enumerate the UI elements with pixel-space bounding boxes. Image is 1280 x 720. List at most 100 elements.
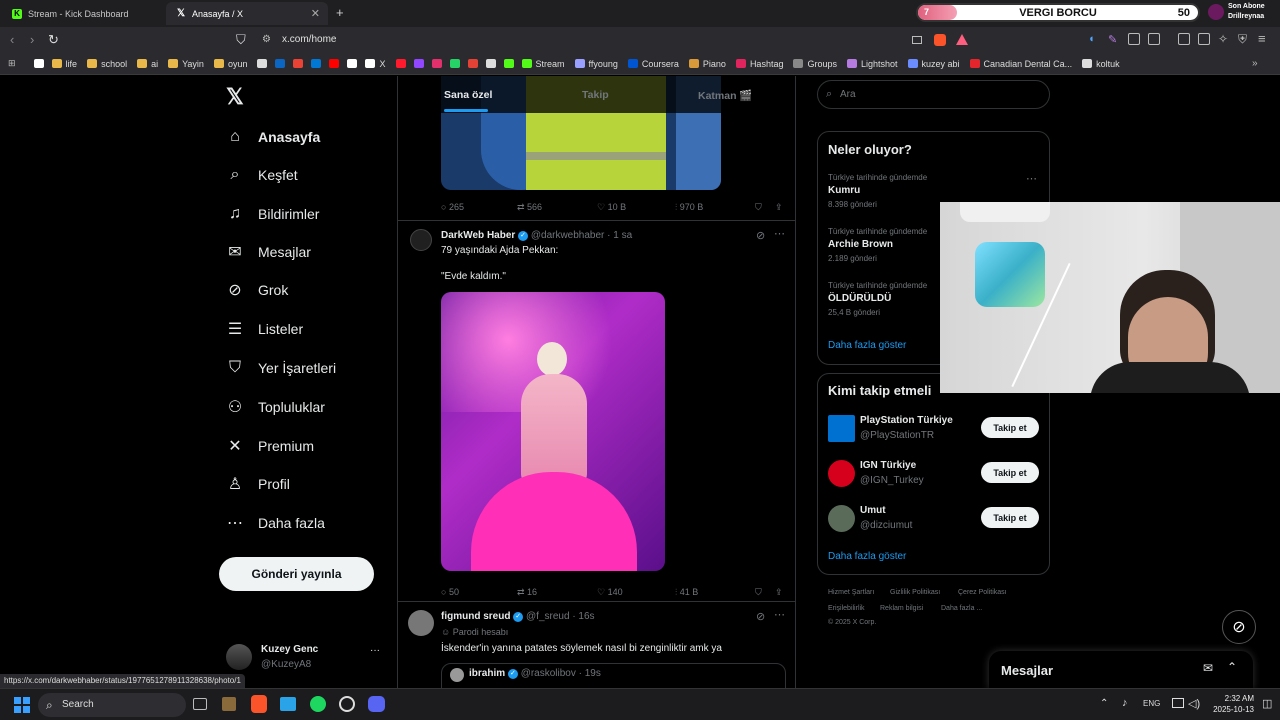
bookmark-item[interactable]: life (51, 59, 77, 69)
bookmark-icon[interactable]: ⛉ (755, 202, 762, 213)
volume-icon[interactable]: ◁) (1188, 697, 1200, 710)
nav-item-11[interactable]: ⋯ Daha fazla (226, 508, 325, 538)
wallet2-icon[interactable] (1198, 33, 1210, 45)
bookmark-item[interactable] (449, 59, 460, 68)
footer-accessibility[interactable]: Erişilebilirlik (828, 605, 865, 612)
photos-icon[interactable] (280, 697, 296, 711)
bookmark-item[interactable]: Stream (521, 59, 565, 69)
bookmarks-overflow-icon[interactable]: » (1252, 58, 1258, 69)
bookmark-item[interactable] (347, 59, 358, 68)
account-switcher[interactable]: Kuzey Genc @KuzeyA8 ··· (226, 642, 386, 674)
tab-following[interactable]: Takip (582, 89, 609, 101)
bookmark-item[interactable]: Coursera (627, 59, 679, 69)
bookmark-item[interactable] (395, 59, 406, 68)
language-indicator[interactable]: ENG (1143, 699, 1160, 708)
bookmark-item[interactable] (311, 59, 322, 68)
nav-item-2[interactable]: ⌕ Keşfet (226, 160, 298, 190)
apps-grid-icon[interactable]: ⊞ (8, 58, 16, 69)
tray-overflow-icon[interactable]: ⌃ (1100, 698, 1108, 709)
brave-rewards-icon[interactable] (956, 34, 968, 45)
bookmark-item[interactable]: ffyoung (574, 59, 618, 69)
forward-icon[interactable]: › (30, 32, 34, 47)
bookmark-item[interactable]: Yayin (168, 59, 204, 69)
tab-kick-dashboard[interactable]: K Stream - Kick Dashboard (2, 2, 162, 25)
footer-privacy[interactable]: Gizlilik Politikası (890, 589, 940, 596)
bookmark-item[interactable]: Hashtag (735, 59, 783, 69)
bookmark-item[interactable] (33, 59, 44, 68)
address-bar[interactable]: ⚙ x.com/home (256, 30, 976, 50)
bookmark-page-icon[interactable]: ⛉ (236, 32, 246, 48)
more-icon[interactable]: ⋯ (774, 608, 785, 621)
wallet-icon[interactable] (1148, 33, 1160, 45)
back-icon[interactable]: ‹ (10, 32, 14, 47)
brave-browser-icon[interactable] (251, 695, 267, 713)
bookmark-item[interactable]: Groups (793, 59, 837, 69)
bookmark-icon[interactable]: ⛉ (755, 587, 762, 598)
site-settings-icon[interactable]: ⚙ (262, 30, 271, 50)
cast-icon[interactable] (912, 36, 922, 44)
microphone-icon[interactable]: ♪ (1122, 697, 1128, 709)
spotify-icon[interactable] (310, 696, 326, 712)
views-action[interactable]: ⫶ 41 B (675, 587, 698, 598)
author-avatar[interactable] (410, 229, 432, 251)
bookmark-item[interactable] (257, 59, 268, 68)
nav-item-1[interactable]: ⌂ Anasayfa (226, 122, 320, 152)
bookmark-item[interactable]: school (87, 59, 127, 69)
repost-action[interactable]: ⇄ 16 (517, 587, 537, 598)
bookmark-item[interactable]: oyun (213, 59, 247, 69)
expand-icon[interactable]: ⌃ (1227, 660, 1237, 674)
close-tab-icon[interactable]: ✕ (311, 7, 320, 20)
grok-icon[interactable]: ⊘ (756, 229, 765, 242)
messages-drawer[interactable]: Mesajlar ✉ ⌃ (989, 651, 1253, 689)
grok-floating-button[interactable]: ⊘ (1222, 610, 1256, 644)
bookmark-item[interactable]: koltuk (1082, 59, 1120, 69)
footer-cookies[interactable]: Çerez Politikası (958, 589, 1007, 596)
reload-icon[interactable]: ↻ (48, 32, 59, 48)
clock[interactable]: 2:32 AM 2025-10-13 (1208, 693, 1254, 715)
more-icon[interactable]: ⋯ (774, 227, 785, 240)
new-tab-button[interactable]: + (336, 5, 344, 20)
footer-terms[interactable]: Hizmet Şartları (828, 589, 874, 596)
tab-for-you[interactable]: Sana özel (444, 89, 492, 101)
author-name[interactable]: DarkWeb Haber (441, 230, 515, 241)
network-icon[interactable] (1172, 698, 1184, 708)
nav-item-8[interactable]: ⚇ Topluluklar (226, 392, 325, 422)
author-name[interactable]: figmund sreud (441, 611, 510, 622)
file-explorer-icon[interactable] (222, 697, 236, 711)
footer-ads-info[interactable]: Reklam bilgisi (880, 605, 923, 612)
author-avatar[interactable] (408, 610, 434, 636)
share-icon[interactable]: ⇪ (775, 587, 783, 598)
nav-item-3[interactable]: ♫ Bildirimler (226, 199, 319, 229)
pen-extension-icon[interactable]: ✎ (1108, 33, 1117, 46)
nav-item-4[interactable]: ✉ Mesajlar (226, 237, 311, 267)
new-message-icon[interactable]: ✉ (1203, 661, 1213, 675)
trends-show-more[interactable]: Daha fazla göster (828, 340, 906, 351)
bookmark-item[interactable] (275, 59, 286, 68)
reply-action[interactable]: ○ 265 (441, 202, 464, 212)
brave-shields-icon[interactable] (934, 34, 946, 46)
reply-action[interactable]: ○ 50 (441, 587, 459, 597)
x-logo-icon[interactable]: 𝕏 (226, 84, 244, 110)
discord-icon[interactable] (368, 696, 385, 712)
views-action[interactable]: ⫶ 970 B (675, 202, 703, 213)
obs-icon[interactable] (339, 696, 355, 712)
bookmark-item[interactable] (293, 59, 304, 68)
grok-icon[interactable]: ⊘ (756, 610, 765, 623)
post-figmund-sreud[interactable]: figmund sreud ✓ @f_sreud · 16s ⊘ ⋯ ☺ Par… (398, 602, 795, 688)
footer-more[interactable]: Daha fazla ... (941, 605, 982, 612)
nav-item-10[interactable]: ♙ Profil (226, 469, 290, 499)
trend-more-icon[interactable]: ⋯ (1026, 172, 1037, 185)
bookmark-item[interactable]: X (365, 59, 386, 69)
vpn-icon[interactable]: ⛨ (1238, 32, 1247, 47)
post-photo[interactable] (441, 292, 665, 571)
nav-item-7[interactable]: ⛉ Yer İşaretleri (226, 353, 336, 383)
follow-button[interactable]: Takip et (981, 507, 1039, 528)
windows-start-icon[interactable] (14, 697, 30, 713)
who-show-more[interactable]: Daha fazla göster (828, 551, 906, 562)
account-more-icon[interactable]: ··· (370, 645, 380, 656)
nav-item-6[interactable]: ☰ Listeler (226, 314, 303, 344)
like-action[interactable]: ♡ 10 B (597, 202, 626, 213)
taskbar-search[interactable]: ⌕ Search (38, 693, 186, 717)
post-button[interactable]: Gönderi yayınla (219, 557, 374, 591)
bookmark-item[interactable]: kuzey abi (907, 59, 960, 69)
